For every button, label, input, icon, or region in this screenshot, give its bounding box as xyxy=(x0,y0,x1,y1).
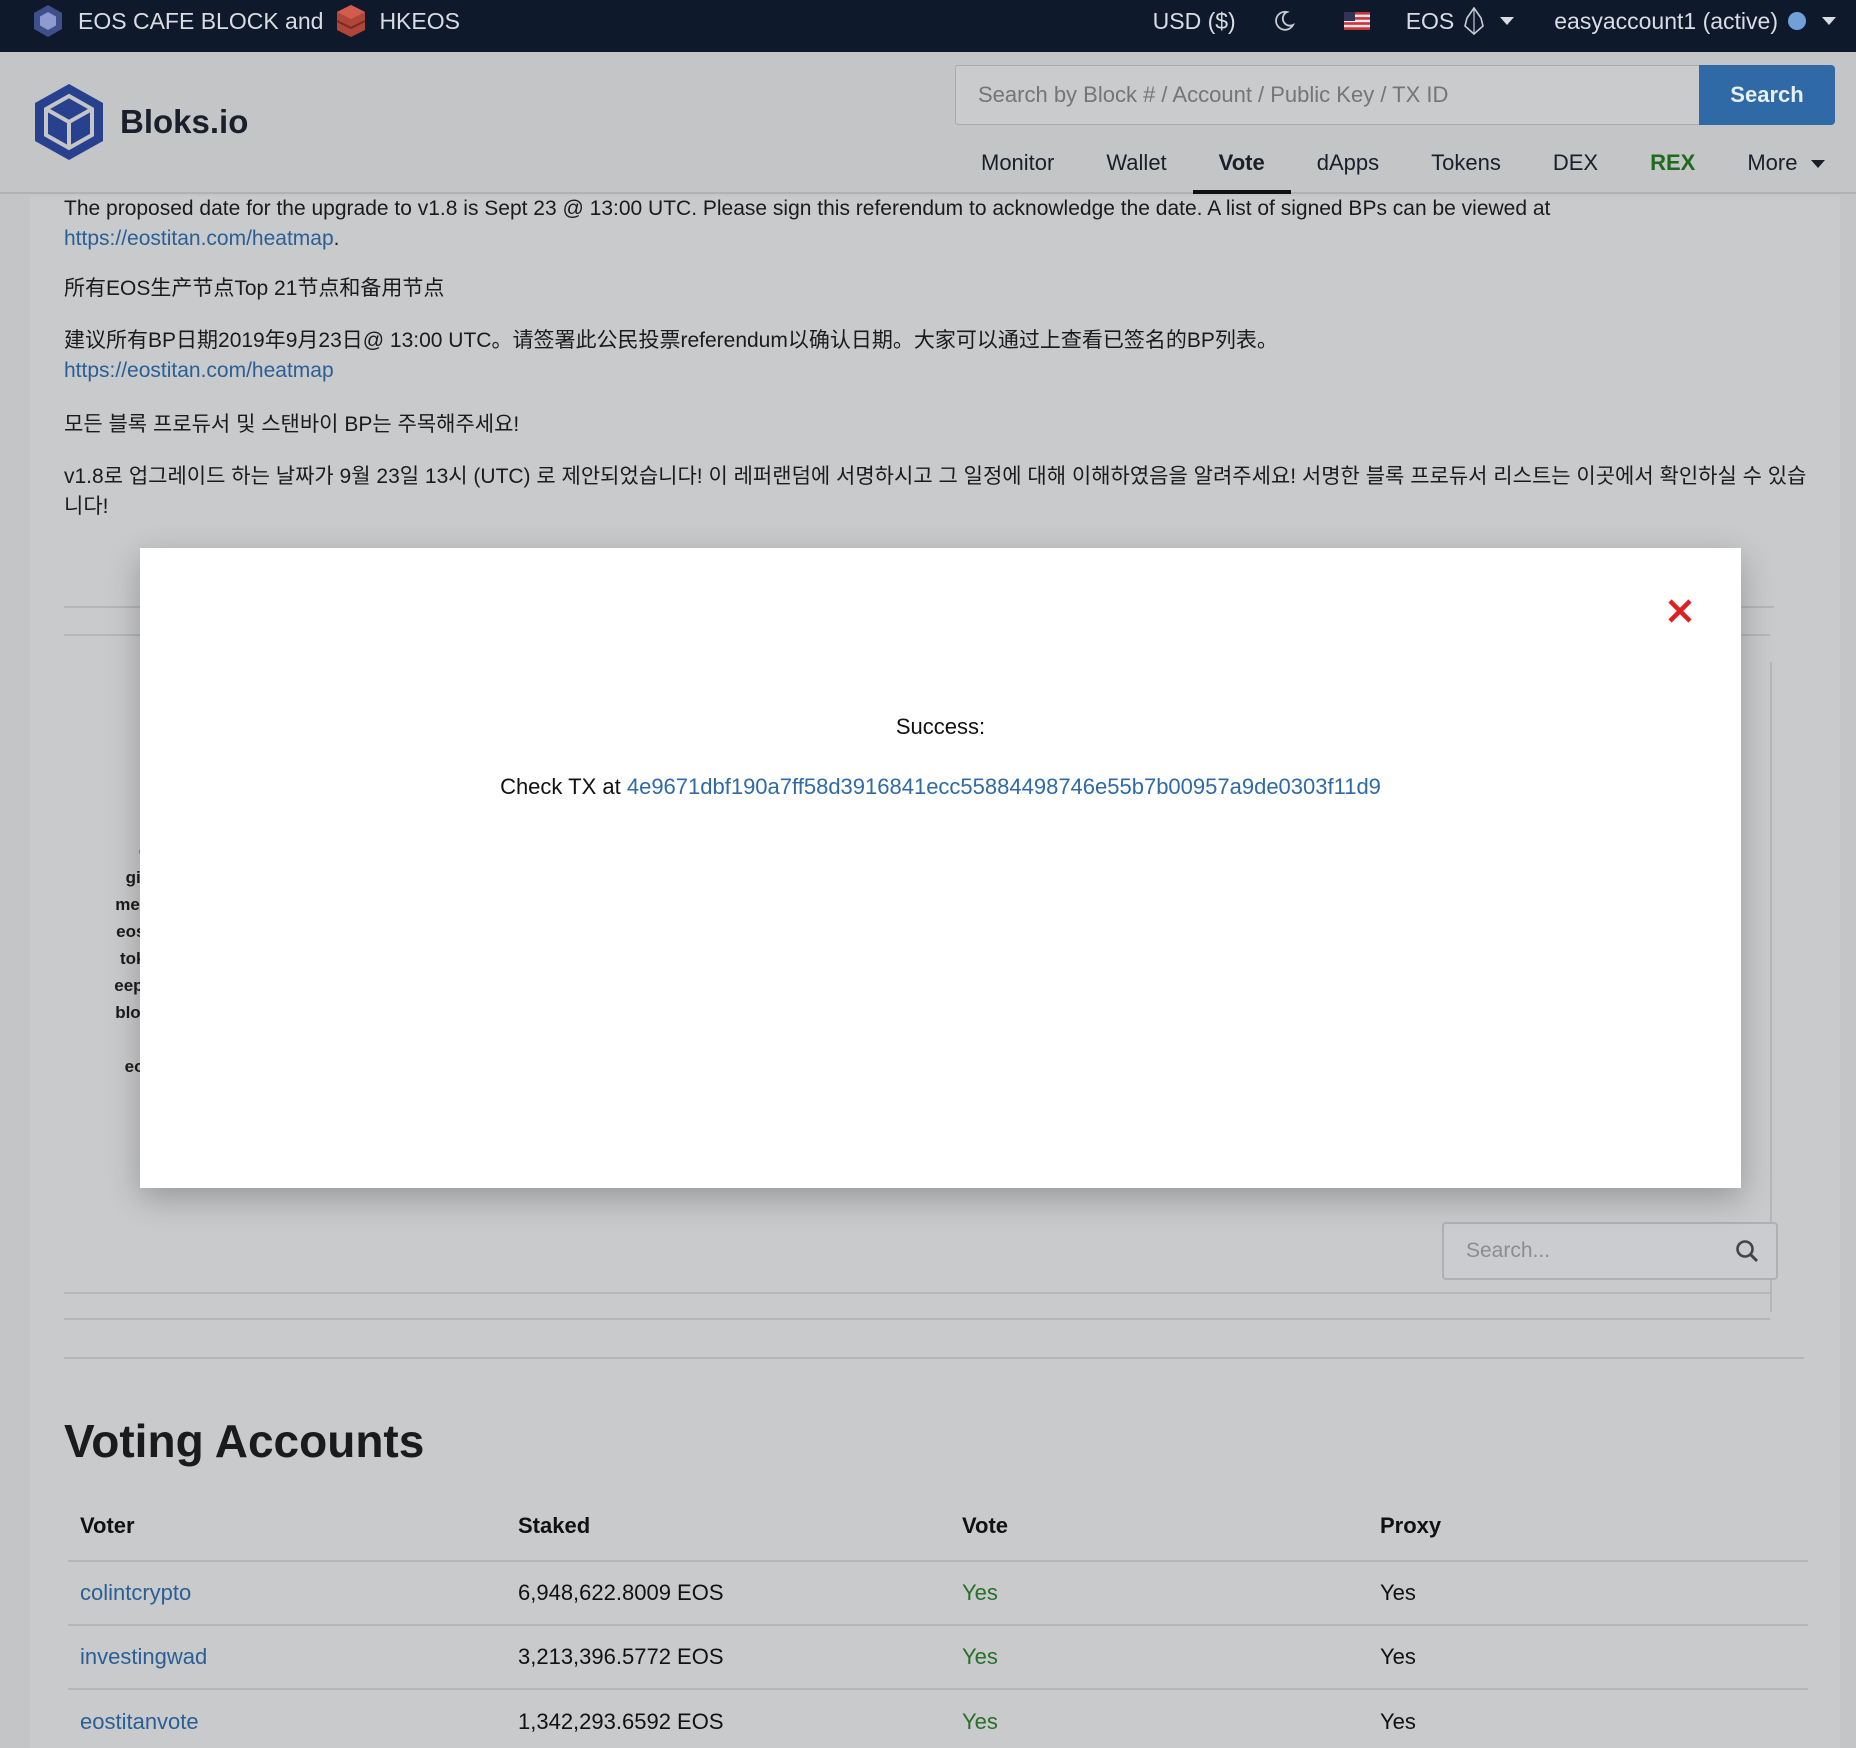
staked-value: 6,948,622.8009 EOS xyxy=(518,1580,724,1605)
vote-value: Yes xyxy=(962,1580,998,1605)
divider xyxy=(64,1292,1770,1294)
proxy-value: Yes xyxy=(1380,1644,1416,1669)
global-search: Search xyxy=(955,65,1835,125)
tx-prefix: Check TX at xyxy=(500,774,621,799)
nav-vote[interactable]: Vote xyxy=(1192,142,1291,194)
proposal-description-zh-1: 所有EOS生产节点Top 21节点和备用节点 xyxy=(64,277,445,300)
heatmap-link[interactable]: https://eostitan.com/heatmap xyxy=(64,227,334,250)
banner-text: EOS CAFE BLOCK and xyxy=(78,7,324,34)
proxy-value: Yes xyxy=(1380,1580,1416,1605)
nav-tokens[interactable]: Tokens xyxy=(1405,142,1527,194)
vote-value: Yes xyxy=(962,1709,998,1734)
producer-banner[interactable]: EOS CAFE BLOCK and HKEOS xyxy=(30,0,460,42)
close-icon[interactable] xyxy=(1663,594,1697,628)
header-proxy[interactable]: Proxy xyxy=(1380,1513,1780,1539)
search-button[interactable]: Search xyxy=(1699,65,1835,125)
account-menu[interactable]: easyaccount1 (active) xyxy=(1554,8,1836,35)
voter-link[interactable]: colintcrypto xyxy=(80,1580,191,1605)
nav-more[interactable]: More xyxy=(1721,142,1851,194)
para-zh-text: 建议所有BP日期2019年9月23日@ 13:00 UTC。请签署此公民投票re… xyxy=(64,329,1278,352)
voting-accounts-table: Voter Staked Vote Proxy colintcrypto 6,9… xyxy=(68,1492,1808,1748)
chain-label: EOS xyxy=(1405,7,1455,34)
proposal-description-zh-2: 建议所有BP日期2019年9月23日@ 13:00 UTC。请签署此公民投票re… xyxy=(64,326,1824,386)
theme-toggle[interactable] xyxy=(1272,9,1296,33)
tx-link[interactable]: 4e9671dbf190a7ff58d3916841ecc55884498746… xyxy=(627,774,1381,799)
voting-search-placeholder: Search... xyxy=(1466,1239,1551,1262)
bloks-logo xyxy=(35,84,103,160)
table-row: investingwad 3,213,396.5772 EOS Yes Yes xyxy=(68,1626,1808,1690)
voter-link[interactable]: eostitanvote xyxy=(80,1709,199,1734)
para-en-text: The proposed date for the upgrade to v1.… xyxy=(64,197,1551,220)
proposal-description-ko-1: 모든 블록 프로듀서 및 스탠바이 BP는 주목해주세요! xyxy=(64,413,520,436)
account-label: easyaccount1 (active) xyxy=(1554,7,1778,34)
language-selector[interactable] xyxy=(1343,12,1370,30)
proxy-value: Yes xyxy=(1380,1709,1416,1734)
nav-dex[interactable]: DEX xyxy=(1527,142,1624,194)
hkeos-logo xyxy=(336,5,366,37)
eos-icon xyxy=(1464,7,1485,35)
modal-title: Success: xyxy=(895,714,986,739)
currency-label: USD ($) xyxy=(1152,7,1236,34)
nav-dapps[interactable]: dApps xyxy=(1291,142,1405,194)
chevron-down-icon xyxy=(1822,17,1836,25)
divider xyxy=(64,1318,1770,1320)
nav-more-label: More xyxy=(1747,150,1798,175)
heatmap-link-2[interactable]: https://eostitan.com/heatmap xyxy=(64,359,334,382)
nav-monitor[interactable]: Monitor xyxy=(955,142,1080,194)
currency-selector[interactable]: USD ($) xyxy=(1153,8,1236,35)
section-divider xyxy=(64,1357,1804,1359)
avatar xyxy=(1788,12,1806,30)
search-input[interactable] xyxy=(955,65,1699,125)
para-en-end: . xyxy=(333,227,340,250)
voting-accounts-title: Voting Accounts xyxy=(64,1415,425,1467)
divider xyxy=(1770,662,1772,1312)
voting-search-input[interactable]: Search... xyxy=(1442,1222,1778,1280)
header-staked[interactable]: Staked xyxy=(518,1513,962,1539)
nav-rex[interactable]: REX xyxy=(1624,142,1721,194)
nav-wallet[interactable]: Wallet xyxy=(1080,142,1192,194)
eos-cafe-logo xyxy=(34,5,62,37)
header-voter[interactable]: Voter xyxy=(68,1513,518,1539)
moon-icon xyxy=(1274,10,1295,31)
staked-value: 3,213,396.5772 EOS xyxy=(518,1644,724,1669)
brand-logo[interactable]: Bloks.io xyxy=(32,82,248,162)
chevron-down-icon xyxy=(1811,160,1826,168)
us-flag-icon xyxy=(1343,12,1370,30)
top-bar-controls: USD ($) EOS easyaccount1 (active) xyxy=(1119,0,1836,42)
success-modal: Success: Check TX at 4e9671dbf190a7ff58d… xyxy=(140,548,1741,1188)
brand-name: Bloks.io xyxy=(120,103,249,140)
header-vote[interactable]: Vote xyxy=(962,1513,1380,1539)
voter-link[interactable]: investingwad xyxy=(80,1644,207,1669)
table-row: colintcrypto 6,948,622.8009 EOS Yes Yes xyxy=(68,1562,1808,1626)
main-nav: Monitor Wallet Vote dApps Tokens DEX REX… xyxy=(955,142,1851,194)
modal-tx-line: Check TX at 4e9671dbf190a7ff58d3916841ec… xyxy=(140,774,1741,800)
chain-selector[interactable]: EOS xyxy=(1406,7,1515,35)
chevron-down-icon xyxy=(1500,17,1515,25)
top-bar: EOS CAFE BLOCK and HKEOS USD ($) EOS eas… xyxy=(0,0,1856,52)
banner-text-2: HKEOS xyxy=(379,7,460,34)
table-row: eostitanvote 1,342,293.6592 EOS Yes Yes xyxy=(68,1690,1808,1748)
table-header: Voter Staked Vote Proxy xyxy=(68,1492,1808,1562)
vote-value: Yes xyxy=(962,1644,998,1669)
staked-value: 1,342,293.6592 EOS xyxy=(518,1709,724,1734)
proposal-description-en: The proposed date for the upgrade to v1.… xyxy=(64,194,1824,254)
search-icon xyxy=(1736,1240,1759,1263)
proposal-description-ko-2: v1.8로 업그레이드 하는 날짜가 9월 23일 13시 (UTC) 로 제안… xyxy=(64,465,1807,518)
site-header: Bloks.io Search Monitor Wallet Vote dApp… xyxy=(0,52,1856,194)
